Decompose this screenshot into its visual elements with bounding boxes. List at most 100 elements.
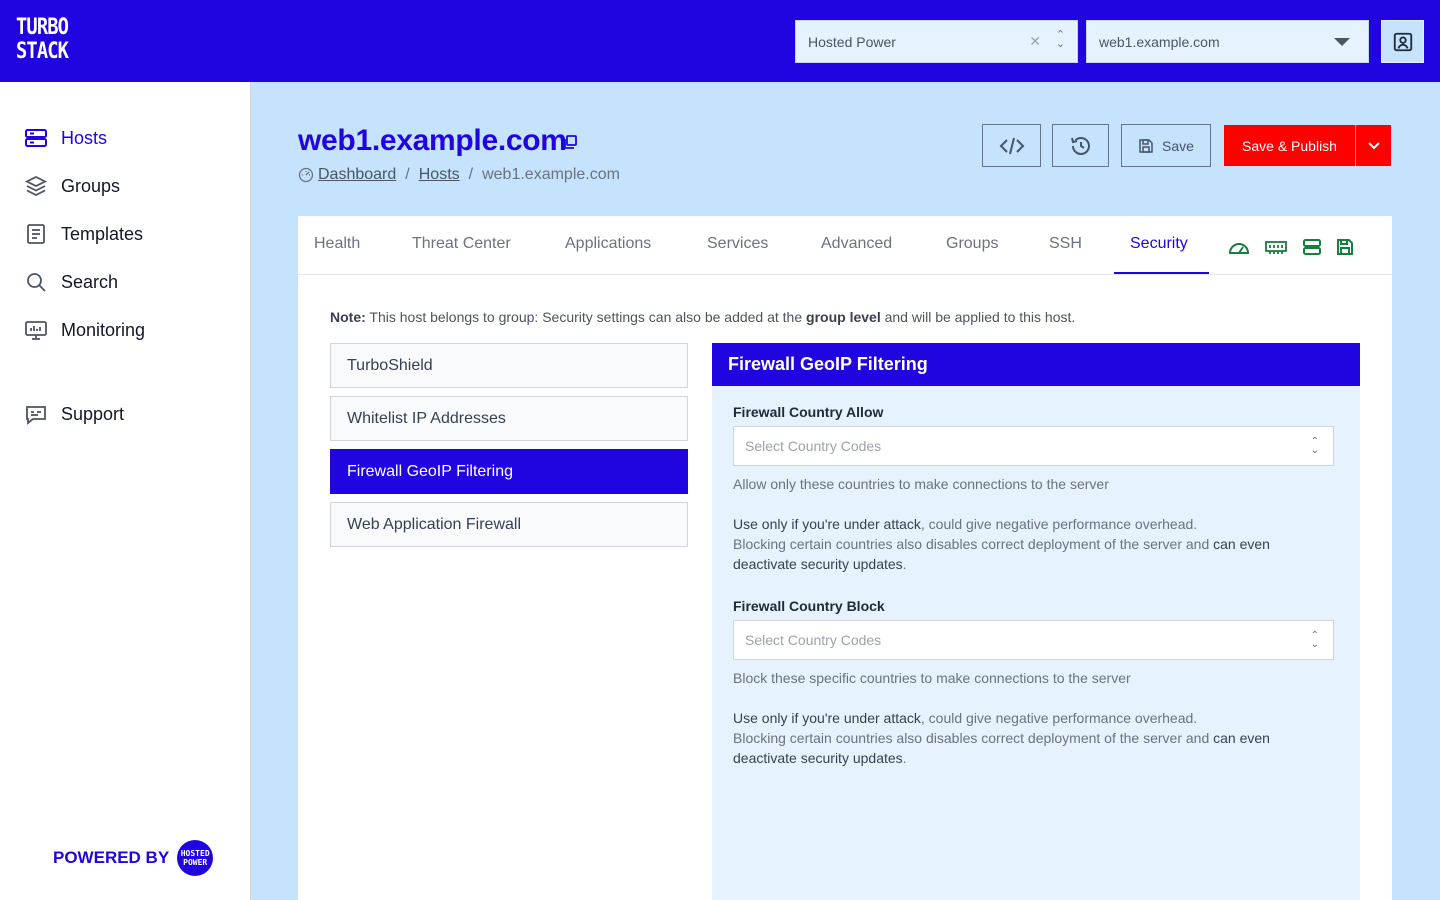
security-menu-firewall-geoip[interactable]: Firewall GeoIP Filtering bbox=[330, 449, 688, 494]
close-icon[interactable]: ✕ bbox=[1029, 33, 1041, 50]
sidebar-item-label: Groups bbox=[61, 175, 121, 196]
save-button[interactable]: Save bbox=[1121, 124, 1211, 167]
country-block-label: Firewall Country Block bbox=[733, 598, 885, 614]
breadcrumb-separator: / bbox=[405, 166, 410, 183]
country-allow-help: Allow only these countries to make conne… bbox=[733, 476, 1109, 492]
tab-threat-center[interactable]: Threat Center bbox=[412, 216, 511, 274]
save-button-label: Save bbox=[1162, 137, 1194, 154]
warning-rest: , could give negative performance overhe… bbox=[920, 516, 1198, 532]
country-block-placeholder: Select Country Codes bbox=[745, 632, 882, 648]
breadcrumb-separator: / bbox=[468, 166, 474, 183]
organization-select-value: Hosted Power bbox=[808, 33, 896, 50]
warning-line2: Blocking certain countries also disables… bbox=[733, 730, 1214, 746]
tab-groups[interactable]: Groups bbox=[946, 216, 998, 274]
sidebar: Hosts Groups Templates Search Monitoring… bbox=[0, 82, 251, 900]
host-settings-card: Health Threat Center Applications Servic… bbox=[298, 216, 1392, 900]
memory-icon[interactable] bbox=[1264, 238, 1288, 261]
chat-icon bbox=[24, 402, 48, 426]
country-block-help: Block these specific countries to make c… bbox=[733, 670, 1131, 686]
sidebar-item-groups[interactable]: Groups bbox=[24, 174, 120, 198]
monitor-icon bbox=[24, 318, 48, 342]
country-allow-label: Firewall Country Allow bbox=[733, 404, 884, 420]
group-note: Note: This host belongs to group: Securi… bbox=[330, 309, 1075, 325]
turbostack-logo[interactable]: TURBO STACK bbox=[16, 15, 69, 68]
security-menu-waf[interactable]: Web Application Firewall bbox=[330, 502, 688, 547]
powered-by: POWERED BY HOSTED POWER bbox=[53, 840, 214, 876]
tab-ssh[interactable]: SSH bbox=[1049, 216, 1082, 274]
sidebar-item-search[interactable]: Search bbox=[24, 270, 118, 294]
save-and-publish-label: Save & Publish bbox=[1242, 137, 1337, 154]
chevron-updown-icon: ⌃ ⌄ bbox=[1310, 630, 1319, 650]
warning-rest: , could give negative performance overhe… bbox=[920, 710, 1198, 726]
hosted-power-logo[interactable]: HOSTED POWER bbox=[177, 840, 214, 876]
tab-advanced[interactable]: Advanced bbox=[821, 216, 892, 274]
note-bold: group level bbox=[806, 309, 881, 325]
publish-options-button[interactable] bbox=[1355, 125, 1391, 166]
logo-line-1: TURBO bbox=[16, 15, 69, 40]
warning-bold: Use only if you're under attack bbox=[733, 516, 921, 532]
tab-security[interactable]: Security bbox=[1114, 216, 1209, 274]
breadcrumb-dashboard[interactable]: Dashboard bbox=[318, 166, 396, 184]
floppy-icon bbox=[1139, 138, 1153, 153]
history-icon bbox=[1070, 136, 1090, 155]
security-menu-turboshield[interactable]: TurboShield bbox=[330, 343, 688, 388]
code-view-button[interactable] bbox=[982, 124, 1041, 167]
host-select[interactable]: web1.example.com bbox=[1086, 20, 1369, 63]
warning-bold: Use only if you're under attack bbox=[733, 710, 921, 726]
security-menu-whitelist-ip[interactable]: Whitelist IP Addresses bbox=[330, 396, 688, 441]
chevron-down-icon bbox=[1367, 141, 1380, 149]
organization-select[interactable]: Hosted Power ✕ ⌃ ⌄ bbox=[795, 20, 1078, 63]
sidebar-item-label: Support bbox=[61, 403, 125, 424]
geoip-panel: Firewall GeoIP Filtering Firewall Countr… bbox=[712, 343, 1360, 900]
history-button[interactable] bbox=[1052, 124, 1109, 167]
server-icon[interactable] bbox=[1302, 238, 1322, 261]
layers-icon bbox=[24, 174, 48, 198]
country-block-select[interactable]: Select Country Codes ⌃ ⌄ bbox=[733, 620, 1334, 660]
sidebar-item-support[interactable]: Support bbox=[24, 402, 124, 426]
save-and-publish-button[interactable]: Save & Publish bbox=[1224, 125, 1355, 166]
panel-title: Firewall GeoIP Filtering bbox=[712, 343, 1360, 386]
note-text-before: This host belongs to group: Security set… bbox=[365, 309, 807, 325]
breadcrumb-hosts[interactable]: Hosts bbox=[419, 166, 460, 184]
caret-down-icon bbox=[1334, 38, 1350, 46]
sidebar-item-label: Search bbox=[61, 271, 119, 292]
country-allow-warning: Use only if you're under attack, could g… bbox=[733, 514, 1333, 574]
dashboard-icon bbox=[298, 167, 314, 183]
breadcrumb: Dashboard / Hosts / web1.example.com bbox=[298, 166, 620, 184]
sidebar-item-templates[interactable]: Templates bbox=[24, 222, 143, 246]
user-profile-button[interactable] bbox=[1381, 20, 1424, 63]
warning-line2-end: . bbox=[902, 750, 907, 766]
copy-icon[interactable] bbox=[562, 134, 578, 155]
breadcrumb-current: web1.example.com bbox=[482, 166, 620, 183]
user-contact-icon bbox=[1393, 32, 1412, 51]
logo-line-2: STACK bbox=[16, 39, 69, 64]
sidebar-item-label: Templates bbox=[61, 223, 144, 244]
tab-bar: Health Threat Center Applications Servic… bbox=[298, 216, 1392, 275]
floppy-icon[interactable] bbox=[1336, 238, 1354, 261]
sidebar-item-label: Hosts bbox=[61, 127, 108, 148]
country-block-warning: Use only if you're under attack, could g… bbox=[733, 708, 1333, 768]
sidebar-item-monitoring[interactable]: Monitoring bbox=[24, 318, 145, 342]
tab-services[interactable]: Services bbox=[707, 216, 768, 274]
top-bar: TURBO STACK Hosted Power ✕ ⌃ ⌄ web1.examp… bbox=[0, 0, 1440, 82]
sidebar-item-label: Monitoring bbox=[61, 319, 146, 340]
host-select-value: web1.example.com bbox=[1099, 33, 1220, 50]
powered-by-text: POWERED BY bbox=[53, 848, 170, 867]
warning-line2-end: . bbox=[902, 556, 907, 572]
country-allow-placeholder: Select Country Codes bbox=[745, 438, 882, 454]
sidebar-item-hosts[interactable]: Hosts bbox=[24, 126, 107, 150]
chevron-updown-icon: ⌃ ⌄ bbox=[1310, 436, 1319, 456]
code-icon bbox=[999, 137, 1024, 154]
tab-health[interactable]: Health bbox=[314, 216, 360, 274]
hosted-power-logo-text: HOSTED POWER bbox=[180, 849, 210, 867]
country-allow-select[interactable]: Select Country Codes ⌃ ⌄ bbox=[733, 426, 1334, 466]
gauge-icon[interactable] bbox=[1228, 238, 1250, 261]
note-text-after: and will be applied to this host. bbox=[880, 309, 1076, 325]
note-prefix: Note: bbox=[330, 309, 366, 325]
server-icon bbox=[24, 126, 48, 150]
search-icon bbox=[24, 270, 48, 294]
warning-line2: Blocking certain countries also disables… bbox=[733, 536, 1214, 552]
chevron-updown-icon: ⌃ ⌄ bbox=[1055, 29, 1065, 50]
document-icon bbox=[24, 222, 48, 246]
tab-applications[interactable]: Applications bbox=[565, 216, 651, 274]
